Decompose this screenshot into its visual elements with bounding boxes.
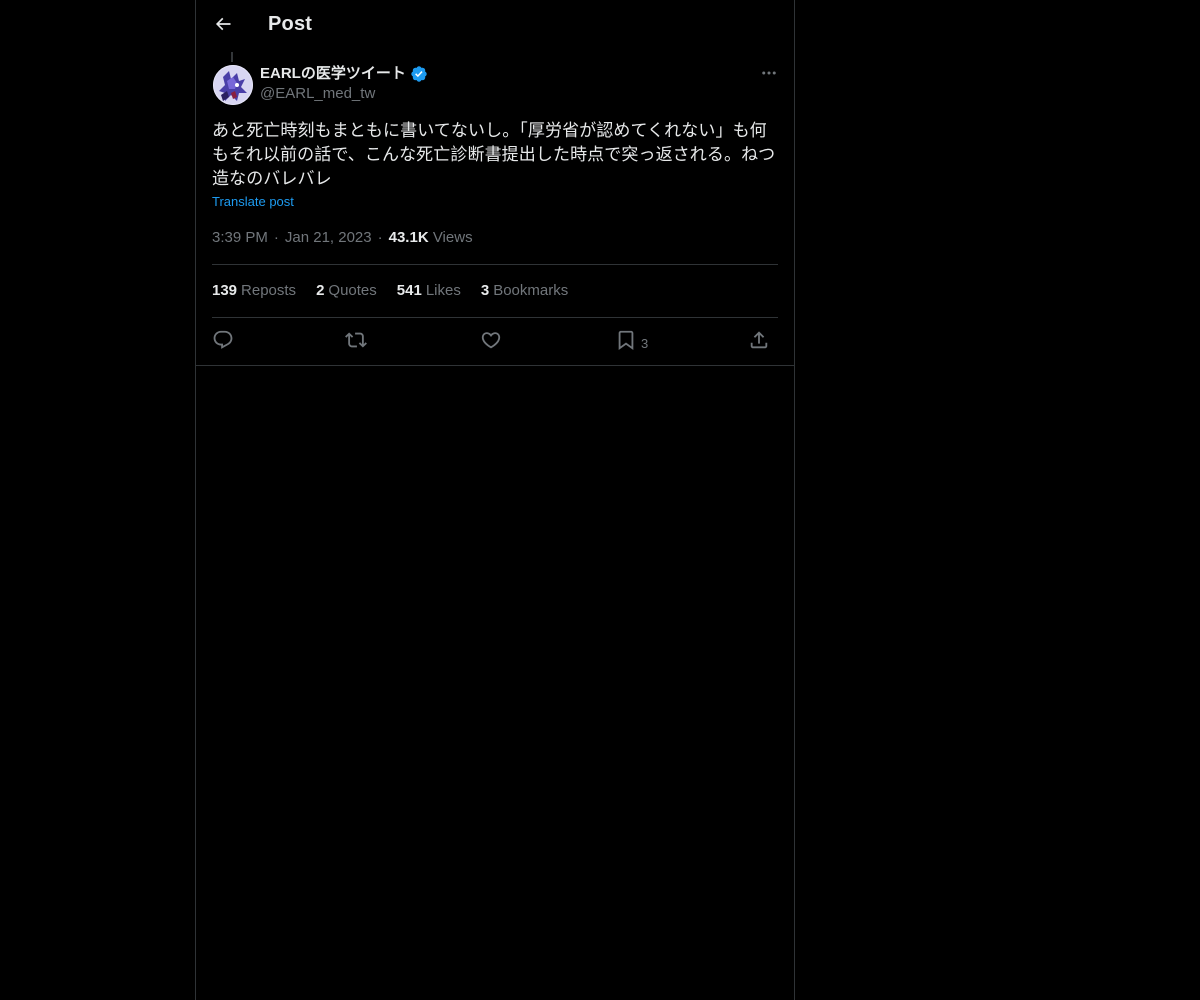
action-bar: 3 xyxy=(212,328,778,354)
stat-likes[interactable]: 541 Likes xyxy=(397,282,461,299)
post-bottom-border xyxy=(196,365,794,366)
repost-icon xyxy=(345,329,367,354)
stat-reposts[interactable]: 139 Reposts xyxy=(212,282,296,299)
post-stats: 139 Reposts 2 Quotes 541 Likes 3 Bookmarks xyxy=(212,282,568,299)
reposts-count: 139 xyxy=(212,282,238,299)
avatar[interactable] xyxy=(213,65,253,105)
share-button[interactable] xyxy=(748,328,770,354)
reply-button[interactable] xyxy=(212,328,234,354)
page-title: Post xyxy=(268,13,313,35)
author-display-name: EARLの医学ツイート xyxy=(260,65,406,82)
more-options-icon xyxy=(760,64,778,87)
author-name-row[interactable]: EARLの医学ツイート xyxy=(260,64,428,84)
arrow-left-icon xyxy=(213,14,233,39)
avatar-illustration xyxy=(213,65,253,105)
repost-button[interactable] xyxy=(345,328,367,354)
author-handle[interactable]: @EARL_med_tw xyxy=(260,84,428,104)
reposts-label: Reposts xyxy=(241,282,297,299)
bookmark-count: 3 xyxy=(641,335,649,351)
primary-column: Post EARLの医学ツイート @EARL_med_tw あと死亡時刻もまとも… xyxy=(195,0,795,1000)
bookmark-icon xyxy=(615,329,637,354)
reply-icon xyxy=(212,329,234,354)
post-time[interactable]: 3:39 PM xyxy=(212,229,268,246)
back-button[interactable] xyxy=(206,9,240,43)
likes-label: Likes xyxy=(425,282,461,299)
quotes-label: Quotes xyxy=(328,282,377,299)
more-options-button[interactable] xyxy=(754,64,784,86)
likes-count: 541 xyxy=(396,282,422,299)
post-text: あと死亡時刻もまともに書いてないし。「厚労省が認めてくれない」も何もそれ以前の話… xyxy=(212,121,776,189)
bookmarks-label: Bookmarks xyxy=(493,282,569,299)
post-meta: 3:39 PM · Jan 21, 2023 · 43.1K Views xyxy=(212,229,473,246)
thread-connector-line xyxy=(231,52,233,62)
divider-middle xyxy=(212,317,778,318)
meta-separator: · xyxy=(273,229,279,246)
stat-quotes[interactable]: 2 Quotes xyxy=(316,282,377,299)
translate-post-link[interactable]: Translate post xyxy=(212,194,294,209)
page-header: Post xyxy=(196,0,794,53)
verified-badge-icon xyxy=(410,65,428,83)
quotes-count: 2 xyxy=(316,282,325,299)
views-count: 43.1K xyxy=(388,229,429,246)
share-icon xyxy=(748,329,770,354)
bookmark-button[interactable]: 3 xyxy=(615,328,648,354)
meta-separator: · xyxy=(377,229,383,246)
post-date[interactable]: Jan 21, 2023 xyxy=(285,229,372,246)
author-info: EARLの医学ツイート @EARL_med_tw xyxy=(260,64,428,104)
bookmarks-count: 3 xyxy=(480,282,490,299)
like-button[interactable] xyxy=(480,328,502,354)
divider-top xyxy=(212,264,778,265)
views-label: Views xyxy=(432,229,473,246)
stat-bookmarks[interactable]: 3 Bookmarks xyxy=(481,282,568,299)
heart-icon xyxy=(480,329,502,354)
